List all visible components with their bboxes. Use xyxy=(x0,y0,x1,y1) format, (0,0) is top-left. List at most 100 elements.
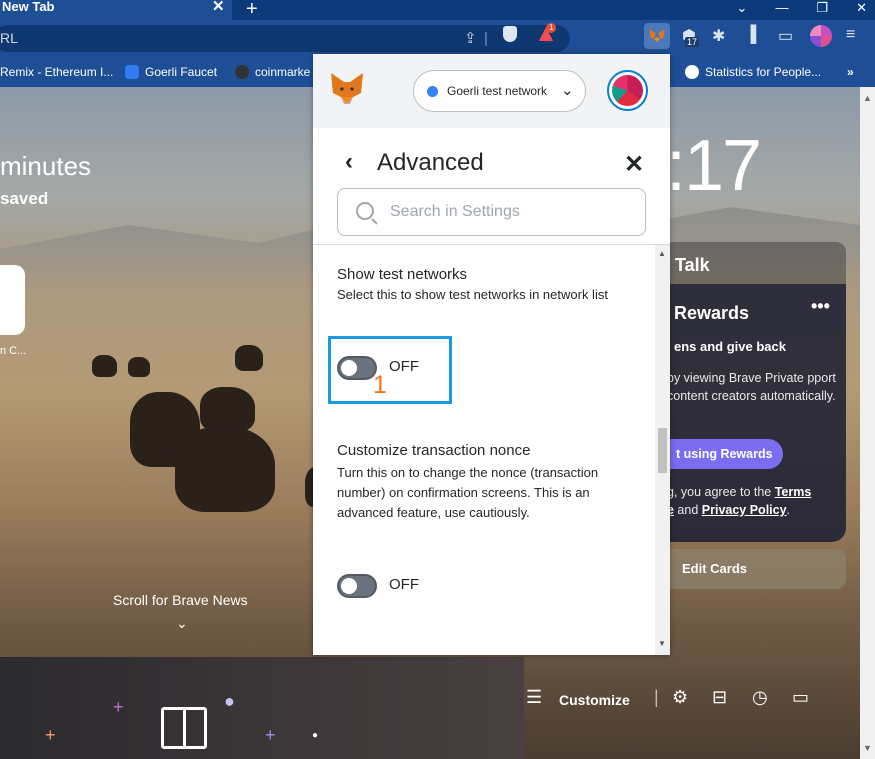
brave-talk-card[interactable]: Talk xyxy=(664,242,846,284)
clock: :17 xyxy=(666,126,762,206)
new-tab-button[interactable]: + xyxy=(246,0,258,21)
metamask-fox-icon xyxy=(649,29,665,42)
settings-scrollbar[interactable]: ▲ ▼ xyxy=(655,245,670,655)
background-yak xyxy=(128,357,150,377)
history-icon[interactable]: ◷ xyxy=(752,687,768,708)
share-icon[interactable]: ⇪ xyxy=(464,25,477,52)
background-yak xyxy=(92,355,117,377)
sparkle-icon: + xyxy=(113,697,124,717)
scroll-for-news[interactable]: Scroll for Brave News xyxy=(113,592,248,608)
scroll-down-icon[interactable]: ▼ xyxy=(658,639,666,648)
toggle-state-label: OFF xyxy=(389,576,419,593)
back-arrow-icon[interactable]: ‹ xyxy=(345,148,353,176)
coinmarketcap-icon xyxy=(235,65,249,79)
network-name: Goerli test network xyxy=(447,84,548,98)
tab-title: New Tab xyxy=(2,0,55,14)
stats-saved: saved xyxy=(0,189,49,208)
bookmarks-icon[interactable]: ⊟ xyxy=(712,687,727,708)
divider-icon: | xyxy=(484,30,488,47)
setting-description: Turn this on to change the nonce (transa… xyxy=(337,465,599,520)
metamask-popup: Goerli test network ⌄ ‹ Advanced ✕ Show … xyxy=(313,54,670,655)
annotation-number: 1 xyxy=(373,371,387,399)
wallet-icon[interactable]: ▭ xyxy=(778,26,793,46)
chevron-down-icon[interactable]: ⌄ xyxy=(176,615,188,632)
background-yak xyxy=(175,427,275,512)
background-yak xyxy=(200,387,255,432)
settings-list: Show test networks Select this to show t… xyxy=(313,245,655,655)
sparkle-icon: + xyxy=(265,725,276,745)
close-window-button[interactable]: ✕ xyxy=(856,0,867,16)
window-controls: ⌄ — ❐ ✕ xyxy=(737,0,867,16)
stats-minutes: minutes xyxy=(0,151,92,181)
menu-icon[interactable]: ≡ xyxy=(846,26,855,44)
network-status-dot xyxy=(427,86,438,97)
extensions-puzzle-icon[interactable]: ✱ xyxy=(712,26,725,46)
page-title: Advanced xyxy=(377,149,484,176)
sparkle-dot-icon: ● xyxy=(312,730,319,741)
scrollbar-thumb[interactable] xyxy=(658,428,667,473)
bookmark-coinmarketcap[interactable]: coinmarke xyxy=(235,65,310,79)
restore-button[interactable]: ❐ xyxy=(816,0,828,16)
close-tab-icon[interactable]: ✕ xyxy=(212,0,225,14)
bookmark-statistics[interactable]: Statistics for People... xyxy=(685,65,821,79)
extension-badge: 17 xyxy=(685,37,700,47)
brave-talk-title: Talk xyxy=(675,255,710,275)
setting-title: Customize transaction nonce xyxy=(337,442,531,459)
metamask-extension-button[interactable] xyxy=(644,23,670,49)
browser-toolbar: RL ⇪ | 1 ⬢ 17 ✱ ▐ ▭ ≡ xyxy=(0,20,875,57)
tab-new-tab[interactable]: New Tab ✕ xyxy=(0,0,232,20)
metamask-logo-icon[interactable] xyxy=(329,71,365,107)
settings-search[interactable] xyxy=(337,188,646,236)
sidebar-icon[interactable]: ▐ xyxy=(745,26,756,44)
setting-title: Show test networks xyxy=(337,266,468,283)
globe-icon xyxy=(685,65,699,79)
customize-nonce-toggle[interactable] xyxy=(337,574,377,598)
chevron-down-icon: ⌄ xyxy=(561,82,574,99)
privacy-policy-link[interactable]: Privacy Policy xyxy=(702,503,787,517)
more-options-icon[interactable]: ••• xyxy=(811,296,830,317)
settings-gear-icon[interactable]: ⚙ xyxy=(672,687,688,708)
account-avatar[interactable] xyxy=(607,70,648,111)
network-selector[interactable]: Goerli test network ⌄ xyxy=(413,70,586,112)
scroll-down-icon[interactable]: ▼ xyxy=(863,743,872,753)
annotation-highlight-box xyxy=(328,336,452,404)
metamask-header: Goerli test network ⌄ xyxy=(313,54,670,128)
sparkle-icon: + xyxy=(45,725,56,745)
top-site-tile[interactable] xyxy=(0,265,25,335)
divider-icon: | xyxy=(654,687,659,707)
brave-shields-icon[interactable] xyxy=(503,26,517,42)
customize-sliders-icon[interactable]: ☰ xyxy=(526,687,542,708)
goerli-faucet-icon xyxy=(125,65,139,79)
top-site-label: n C... xyxy=(0,345,27,357)
customize-button[interactable]: Customize xyxy=(559,692,630,708)
video-call-icon[interactable]: ▭ xyxy=(792,687,809,708)
start-using-rewards-button[interactable]: t using Rewards xyxy=(653,439,783,469)
search-icon xyxy=(356,202,374,220)
brave-news-bar xyxy=(0,657,524,759)
address-bar[interactable]: RL ⇪ | xyxy=(0,25,570,52)
terms-link[interactable]: Terms xyxy=(775,485,812,499)
rewards-subtitle: ens and give back xyxy=(674,339,786,354)
close-icon[interactable]: ✕ xyxy=(624,150,644,179)
bookmark-goerli-faucet[interactable]: Goerli Faucet xyxy=(125,65,217,79)
tab-strip: New Tab ✕ + ⌄ — ❐ ✕ xyxy=(0,0,875,20)
scroll-up-icon[interactable]: ▲ xyxy=(658,249,666,258)
brave-news-icon[interactable] xyxy=(161,707,207,749)
background-yak xyxy=(235,345,263,371)
search-input[interactable] xyxy=(390,200,630,224)
page-scrollbar[interactable]: ▲ ▼ xyxy=(860,87,875,759)
profile-avatar[interactable] xyxy=(810,25,832,47)
address-text: RL xyxy=(0,30,18,46)
tab-search-icon[interactable]: ⌄ xyxy=(737,0,748,16)
brave-rewards-card: Rewards ••• ens and give back by viewing… xyxy=(653,284,846,542)
bookmarks-overflow-icon[interactable]: » xyxy=(847,65,854,79)
sparkle-dot-icon: ● xyxy=(224,691,235,711)
bookmark-remix[interactable]: Remix - Ethereum I... xyxy=(0,65,113,79)
rewards-title: Rewards xyxy=(674,303,750,323)
minimize-button[interactable]: — xyxy=(775,0,788,16)
setting-description: Select this to show test networks in net… xyxy=(337,287,608,302)
rewards-terms: g, you agree to the Terms e and Privacy P… xyxy=(667,485,812,517)
scroll-up-icon[interactable]: ▲ xyxy=(863,93,872,103)
edit-cards-button[interactable]: ▯ Edit Cards xyxy=(653,549,846,589)
rewards-description: by viewing Brave Private pport content c… xyxy=(667,371,836,403)
